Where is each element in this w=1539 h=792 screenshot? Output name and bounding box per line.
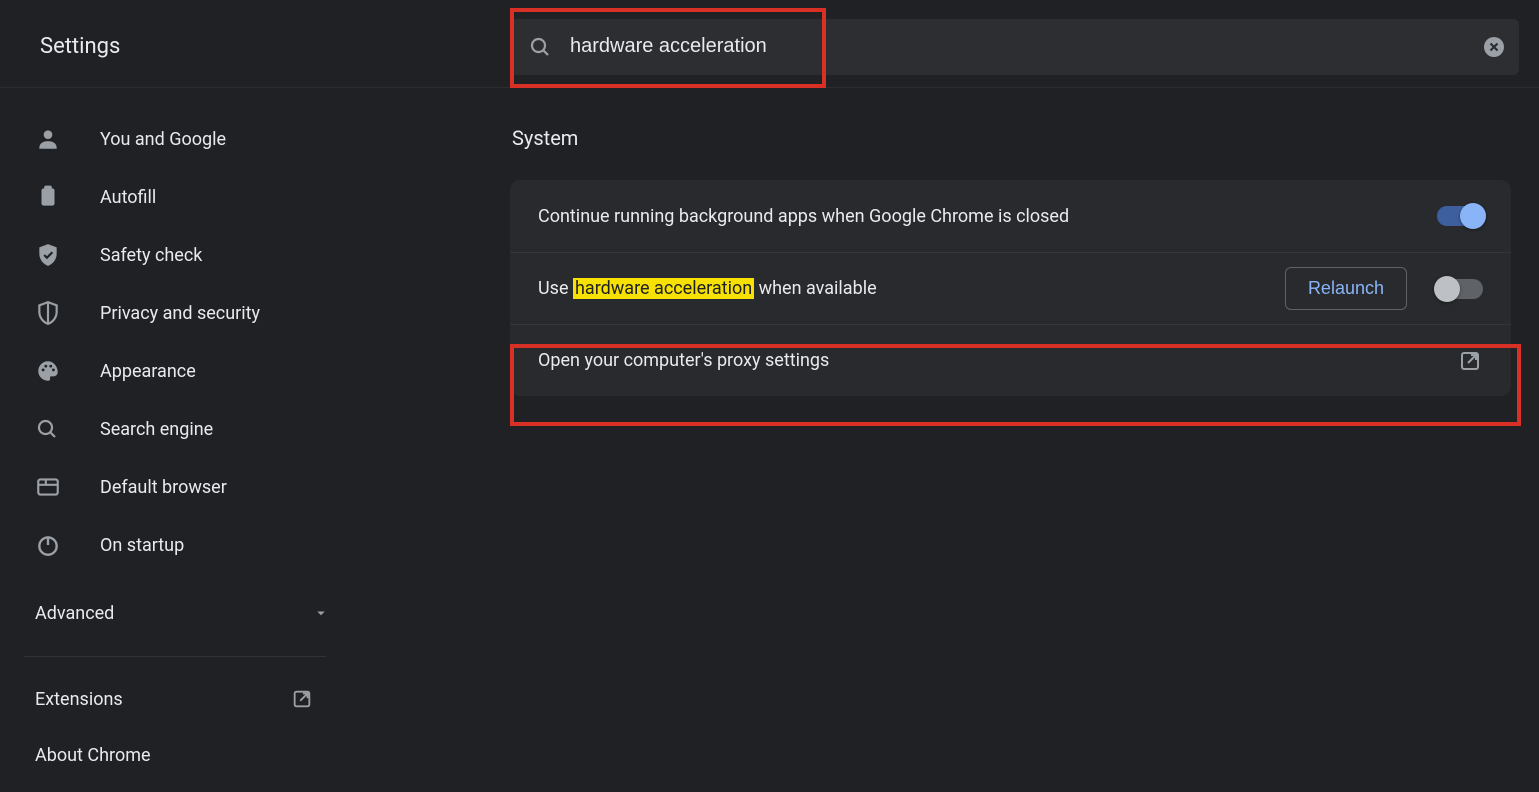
chevron-down-icon (312, 604, 330, 622)
open-external-icon (291, 688, 313, 710)
sidebar-item-appearance[interactable]: Appearance (0, 342, 350, 400)
toggle-background-apps[interactable] (1437, 206, 1483, 226)
text-fragment: when available (754, 278, 876, 299)
setting-label: Use hardware acceleration when available (538, 278, 1285, 299)
sidebar-item-search-engine[interactable]: Search engine (0, 400, 350, 458)
palette-icon (35, 358, 100, 384)
search-highlight: hardware acceleration (573, 278, 754, 299)
search-input[interactable] (570, 19, 1469, 75)
search-icon (35, 417, 100, 441)
setting-row-proxy[interactable]: Open your computer's proxy settings (510, 324, 1511, 396)
toggle-hardware-acceleration[interactable] (1437, 279, 1483, 299)
sidebar-item-on-startup[interactable]: On startup (0, 516, 350, 574)
sidebar-item-label: On startup (100, 535, 184, 556)
page-title: Settings (0, 34, 510, 59)
settings-header: Settings (0, 0, 1539, 88)
setting-label: Open your computer's proxy settings (538, 350, 1457, 371)
sidebar-item-label: Autofill (100, 187, 156, 208)
sidebar-item-you-and-google[interactable]: You and Google (0, 110, 350, 168)
shield-check-icon (35, 242, 100, 268)
search-icon (510, 35, 570, 59)
relaunch-button[interactable]: Relaunch (1285, 267, 1407, 310)
person-icon (35, 126, 100, 152)
sidebar-item-autofill[interactable]: Autofill (0, 168, 350, 226)
sidebar-item-about-chrome[interactable]: About Chrome (0, 727, 350, 783)
text-fragment: Use (538, 278, 573, 299)
setting-label: Continue running background apps when Go… (538, 206, 1437, 227)
clear-search-icon[interactable] (1469, 35, 1519, 59)
sidebar-item-label: You and Google (100, 129, 226, 150)
sidebar-item-label: Appearance (100, 361, 196, 382)
extensions-label: Extensions (35, 689, 123, 710)
section-title: System (512, 126, 1511, 150)
sidebar-item-label: Safety check (100, 245, 202, 266)
sidebar-item-default-browser[interactable]: Default browser (0, 458, 350, 516)
sidebar-item-label: Default browser (100, 477, 227, 498)
power-icon (35, 532, 100, 558)
divider (24, 656, 326, 657)
sidebar: You and Google Autofill Safety check Pri… (0, 88, 350, 792)
about-label: About Chrome (35, 745, 151, 766)
sidebar-item-label: Search engine (100, 419, 213, 440)
system-settings-card: Continue running background apps when Go… (510, 180, 1511, 396)
main-content: System Continue running background apps … (510, 88, 1511, 792)
sidebar-item-label: Privacy and security (100, 303, 260, 324)
clipboard-icon (35, 184, 100, 210)
open-external-icon (1457, 348, 1483, 374)
sidebar-item-extensions[interactable]: Extensions (0, 671, 335, 727)
browser-icon (35, 474, 100, 500)
advanced-label: Advanced (35, 603, 114, 624)
sidebar-item-safety-check[interactable]: Safety check (0, 226, 350, 284)
sidebar-item-privacy[interactable]: Privacy and security (0, 284, 350, 342)
setting-row-background-apps: Continue running background apps when Go… (510, 180, 1511, 252)
search-field[interactable] (510, 19, 1519, 75)
sidebar-advanced-toggle[interactable]: Advanced (0, 584, 350, 642)
setting-row-hardware-acceleration: Use hardware acceleration when available… (510, 252, 1511, 324)
shield-icon (35, 300, 100, 326)
